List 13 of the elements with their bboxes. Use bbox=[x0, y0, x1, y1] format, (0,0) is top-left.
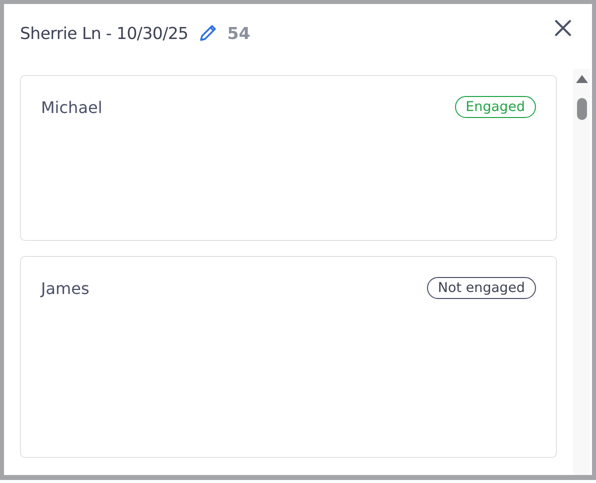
scrollbar-thumb[interactable] bbox=[576, 98, 586, 120]
contact-name: Michael bbox=[41, 98, 102, 117]
status-badge: Not engaged bbox=[426, 277, 536, 299]
contact-card[interactable]: Michael Engaged bbox=[20, 75, 557, 241]
close-icon[interactable] bbox=[554, 19, 572, 37]
count-label: 54 bbox=[227, 24, 250, 42]
contact-card[interactable]: James Not engaged bbox=[20, 256, 557, 458]
pencil-icon[interactable] bbox=[198, 23, 218, 43]
scrollbar[interactable] bbox=[573, 69, 590, 475]
status-badge: Engaged bbox=[454, 96, 536, 118]
contact-name: James bbox=[41, 279, 90, 298]
scroll-up-icon[interactable] bbox=[576, 75, 588, 83]
dialog-title: Sherrie Ln - 10/30/25 bbox=[20, 24, 188, 42]
